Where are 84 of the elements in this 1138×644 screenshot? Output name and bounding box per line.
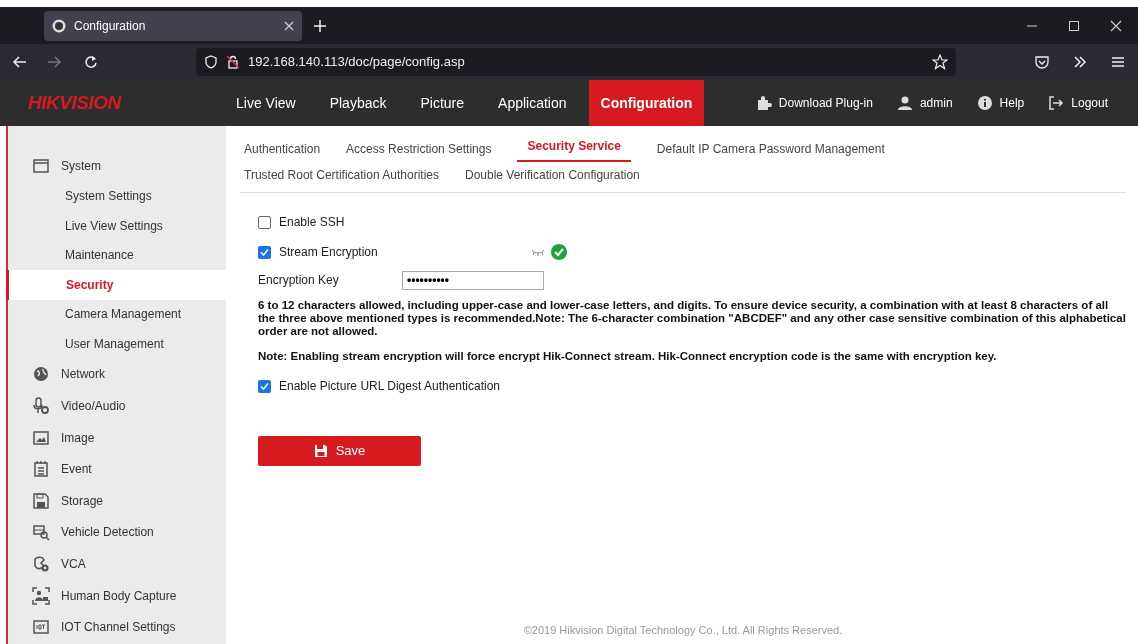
nav-tab[interactable]: Configuration [588,80,705,126]
logo: HIKVISION [27,90,123,115]
note-text: Note: Enabling stream encryption will force encrypt Hik-Connect stream. Hik-Connect encryption code is the same with encryption key. [258,350,998,363]
car-search-icon [32,523,50,542]
sidebar-item[interactable]: Vehicle Detection [8,516,226,549]
browser-tab[interactable]: Configuration [44,10,302,41]
plugin-link[interactable]: Download Plug-in [755,94,873,112]
encryption-key-field[interactable]: •••••••••• [402,270,544,290]
tab-title: Configuration [74,17,147,35]
plus-icon [314,19,326,32]
nav-tab[interactable]: Picture [408,80,477,126]
sidebar-subitem[interactable]: Camera Management [8,299,226,330]
lock-warning-icon [226,55,240,69]
image-icon [32,428,50,447]
logout-icon [1048,95,1065,111]
sidebar-item[interactable]: IOT Channel Settings [8,611,226,643]
tab[interactable]: Access Restriction Settings [346,140,492,162]
reload-icon [84,55,98,69]
save-button[interactable]: Save [258,436,421,466]
maximize-button[interactable] [1068,19,1080,32]
checkbox-label: Enable Picture URL Digest Authentication [279,378,500,395]
new-tab-button[interactable] [314,19,326,32]
copyright-text: ©2019 Hikvision Digital Technology Co., Ltd. All Rights Reserved. [522,622,844,638]
sidebar-item[interactable]: System [8,150,226,182]
sidebar-item[interactable]: Event [8,453,226,485]
sidebar-item[interactable]: Video/Audio [8,390,226,422]
checkbox[interactable] [258,245,271,259]
star-icon [932,54,948,70]
back-arrow-icon [12,55,26,69]
close-button[interactable] [1110,19,1122,32]
url-text: 192.168.140.113/doc/page/config.asp [248,53,466,72]
chevrons-icon [1072,54,1088,70]
nav-tab[interactable]: Application [486,80,579,126]
chevrons-button[interactable] [1072,54,1088,70]
note-text: 6 to 12 characters allowed, including upper-case and lower-case letters, and digits. To ensure device security, a combination with at least 8 characters of all the three above mentioned types is recommended.Note: The 6-character combination "ABCDEF" and any other case sensitive combination of this alphabetical order are not allowed. [258,299,1126,338]
sidebar-item[interactable]: VCA [8,548,226,580]
window-icon [32,156,50,175]
calendar-icon [32,460,50,479]
globe-icon [52,18,66,33]
maximize-icon [1068,19,1080,32]
address-bar[interactable]: 192.168.140.113/doc/page/config.asp [196,48,956,76]
closed-eye-icon [530,248,545,256]
forward-arrow-icon [48,55,62,69]
pocket-icon [1034,54,1050,70]
help-link[interactable]: Help [976,94,1025,112]
sidebar-item[interactable]: Image [8,421,226,454]
globe-icon [32,365,50,384]
sidebar-subitem[interactable]: Live View Settings [8,211,226,241]
pocket-button[interactable] [1034,54,1050,70]
sidebar-item[interactable]: Storage [8,484,226,517]
sidebar-item[interactable]: Network [8,358,226,391]
checkbox[interactable] [258,379,271,393]
microphone-camera-icon [32,397,50,415]
checkbox-label: Enable SSH [279,214,345,231]
field-label: Encryption Key [258,272,340,289]
sidebar-item[interactable]: Human Body Capture [8,579,226,612]
puzzle-icon [755,95,772,111]
tab[interactable]: Authentication [244,140,321,162]
close-icon [1110,19,1122,32]
info-icon [976,95,993,111]
nav-tab[interactable]: Live View [224,80,308,126]
user-link[interactable]: admin [896,94,953,112]
checkbox-label: Stream Encryption [279,244,378,261]
user-icon [896,95,913,111]
logout-link[interactable]: Logout [1048,94,1108,112]
menu-button[interactable] [1110,54,1126,70]
tab[interactable]: Trusted Root Certification Authorities [244,166,439,188]
menu-icon [1110,54,1126,70]
tab[interactable]: Default IP Camera Password Management [656,140,885,162]
sidebar-subitem[interactable]: User Management [8,329,226,359]
tab[interactable]: Double Verification Configuration [465,166,640,188]
sidebar-subitem[interactable]: Maintenance [8,240,226,271]
close-icon [284,20,294,31]
reload-button[interactable] [84,55,98,69]
person-frame-icon [32,586,50,605]
forward-arrow-button[interactable] [48,55,62,69]
shield-icon [204,55,218,69]
nav-tab[interactable]: Playback [317,80,399,126]
checkbox[interactable] [258,215,271,229]
tab[interactable]: Security Service [517,136,631,162]
sidebar-subitem[interactable]: Security [6,270,226,300]
iot-chip-icon [32,618,50,637]
sidebar-subitem[interactable]: System Settings [8,181,226,212]
back-arrow-button[interactable] [12,55,26,69]
